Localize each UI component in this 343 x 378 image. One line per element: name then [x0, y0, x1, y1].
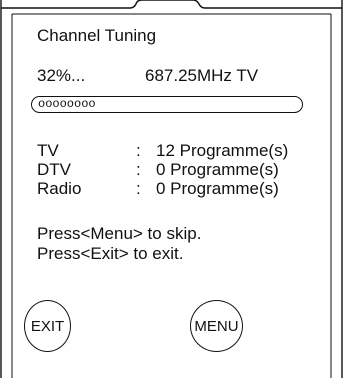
- result-value-tv: 12 Programme(s): [156, 141, 289, 160]
- progress-bar: oooooooo: [31, 96, 303, 113]
- instruction-skip: Press<Menu> to skip.: [37, 224, 202, 243]
- tuning-frequency: 687.25MHz TV: [145, 66, 259, 85]
- result-sep-radio: :: [136, 179, 141, 198]
- result-label-dtv: DTV: [37, 160, 71, 179]
- result-label-radio: Radio: [37, 179, 82, 198]
- exit-button[interactable]: EXIT: [24, 300, 71, 352]
- result-label-tv: TV: [37, 141, 59, 160]
- progress-bar-fill: oooooooo: [38, 98, 96, 111]
- menu-button[interactable]: MENU: [190, 300, 243, 352]
- result-sep-tv: :: [136, 141, 141, 160]
- result-value-dtv: 0 Programme(s): [156, 160, 279, 179]
- progress-percent: 32%...: [37, 66, 86, 85]
- result-sep-dtv: :: [136, 160, 141, 179]
- result-value-radio: 0 Programme(s): [156, 179, 279, 198]
- screen-title: Channel Tuning: [37, 26, 157, 45]
- instruction-exit: Press<Exit> to exit.: [37, 244, 184, 263]
